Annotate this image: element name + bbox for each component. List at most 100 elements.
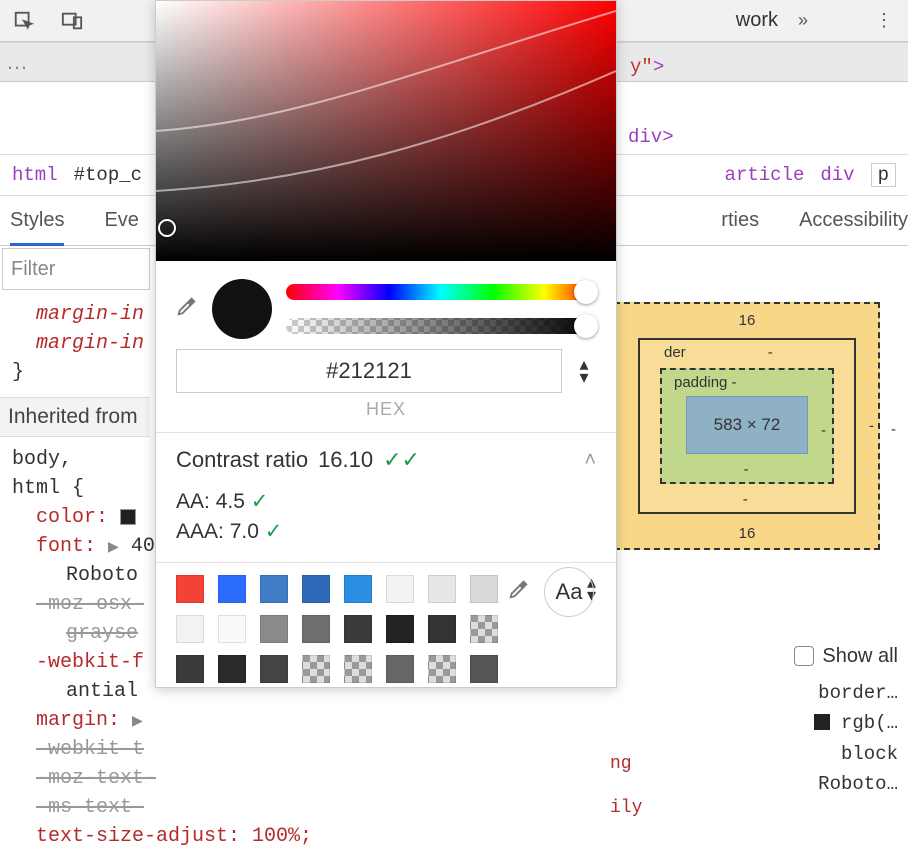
hue-slider[interactable]	[286, 284, 596, 300]
computed-row[interactable]: Roboto…	[598, 769, 898, 799]
palette-swatch[interactable]	[428, 575, 456, 603]
palette-swatch[interactable]	[386, 575, 414, 603]
computed-row[interactable]: border…	[598, 678, 898, 708]
box-padding-bottom[interactable]: -	[744, 461, 749, 478]
dom-node-attr: y">	[630, 56, 664, 78]
palette-swatch[interactable]	[218, 615, 246, 643]
alpha-knob-icon[interactable]	[574, 314, 598, 338]
show-all-label: Show all	[822, 640, 898, 672]
expand-icon[interactable]: ▶	[132, 714, 143, 730]
palette-swatch[interactable]	[176, 655, 204, 683]
palette-swatch[interactable]	[344, 655, 372, 683]
format-stepper-icon[interactable]: ▴▾	[572, 358, 596, 383]
box-border-bottom[interactable]: -	[743, 491, 748, 508]
tab-properties[interactable]: rties	[721, 209, 759, 232]
css-prop-struck[interactable]: -webkit-t	[36, 735, 312, 764]
tab-styles[interactable]: Styles	[10, 209, 64, 246]
breadcrumb-article[interactable]: article	[725, 164, 805, 186]
css-prop-tsa[interactable]: text-size-adjust: 100%;	[36, 825, 312, 848]
css-prop[interactable]: margin-in	[36, 332, 144, 355]
palette-swatch[interactable]	[218, 575, 246, 603]
contrast-value: 16.10	[318, 447, 373, 473]
contrast-label: Contrast ratio	[176, 447, 308, 473]
palette-swatch[interactable]	[176, 615, 204, 643]
tab-event-listeners[interactable]: Eve	[104, 209, 138, 232]
aa-label: AA:	[176, 490, 210, 513]
ellipsis-icon[interactable]: …	[6, 49, 28, 75]
box-margin-ext[interactable]: -	[891, 421, 896, 438]
saturation-area[interactable]	[156, 1, 616, 261]
kebab-menu-icon[interactable]: ⋮	[870, 7, 898, 35]
computed-panel: Show all border… rgb(… block Roboto…	[598, 640, 898, 800]
palette-swatch[interactable]	[470, 575, 498, 603]
palette-swatch[interactable]	[428, 655, 456, 683]
palette-swatch[interactable]	[386, 615, 414, 643]
palette-swatch[interactable]	[428, 615, 456, 643]
alpha-slider[interactable]	[286, 318, 596, 334]
css-selector[interactable]: body,	[12, 448, 72, 471]
palette-swatch[interactable]	[176, 575, 204, 603]
eyedropper-icon[interactable]	[176, 295, 198, 323]
pass-check-icon: ✓✓	[383, 447, 420, 473]
dom-node-div: div>	[628, 126, 674, 148]
box-model-diagram: 16 16 - der - - padding - - - 583 × 72 -	[614, 302, 880, 550]
styles-filter-input[interactable]: Filter	[2, 248, 150, 290]
hex-input[interactable]	[176, 349, 562, 393]
computed-row[interactable]: block	[598, 739, 898, 769]
box-border-label: der	[664, 344, 686, 361]
box-padding-label: padding -	[674, 374, 737, 391]
breadcrumb-html[interactable]: html	[12, 164, 58, 186]
css-prop-font[interactable]: font:	[36, 535, 96, 558]
overflow-chevrons-icon[interactable]: »	[798, 10, 808, 31]
css-prop-struck[interactable]: -ms-text-	[36, 793, 312, 822]
box-border-dash[interactable]: -	[768, 344, 773, 361]
palette-swatch[interactable]	[260, 655, 288, 683]
contrast-eyedropper-icon[interactable]	[508, 578, 530, 606]
collapse-icon[interactable]: ˄	[584, 449, 596, 472]
expand-icon[interactable]: ▶	[108, 540, 119, 556]
computed-row[interactable]: rgb(…	[841, 712, 898, 734]
device-toggle-icon[interactable]	[58, 7, 86, 35]
box-padding-right[interactable]: -	[821, 422, 826, 439]
contrast-sample[interactable]: Aa	[544, 567, 594, 617]
current-color-swatch	[212, 279, 272, 339]
palette-swatch[interactable]	[470, 615, 498, 643]
palette-swatch[interactable]	[260, 575, 288, 603]
css-prop-webkit-f[interactable]: -webkit-f	[36, 651, 144, 674]
palette-swatch[interactable]	[302, 655, 330, 683]
box-margin-top[interactable]: 16	[739, 312, 756, 329]
aaa-value: 7.0	[230, 520, 259, 543]
palette-swatch[interactable]	[302, 575, 330, 603]
css-prop-margin[interactable]: margin:	[36, 709, 120, 732]
palette-row	[176, 655, 596, 683]
palette-swatch[interactable]	[386, 655, 414, 683]
hex-format-label: HEX	[156, 399, 616, 432]
palette-swatch[interactable]	[218, 655, 246, 683]
palette-swatch[interactable]	[344, 615, 372, 643]
breadcrumb-div[interactable]: div	[820, 164, 854, 186]
css-prop[interactable]: margin-in	[36, 303, 144, 326]
tab-network[interactable]: work	[736, 9, 778, 32]
color-swatch-icon[interactable]	[120, 509, 136, 525]
pass-check-icon: ✓	[251, 490, 269, 513]
palette-swatch[interactable]	[470, 655, 498, 683]
tab-accessibility[interactable]: Accessibility	[799, 209, 908, 232]
show-all-checkbox[interactable]	[794, 646, 814, 666]
color-picker: ▴▾ HEX Contrast ratio 16.10 ✓✓ ˄ AA: 4.5…	[155, 0, 617, 688]
box-margin-bottom[interactable]: 16	[739, 525, 756, 542]
color-swatch-icon[interactable]	[814, 714, 830, 730]
saturation-cursor-icon[interactable]	[158, 219, 176, 237]
breadcrumb-top[interactable]: #top_c	[74, 164, 142, 186]
css-prop-struck[interactable]: -moz-text-	[36, 764, 312, 793]
palette-swatch[interactable]	[302, 615, 330, 643]
palette-row	[176, 615, 596, 643]
css-prop-color[interactable]: color:	[36, 506, 108, 529]
palette-swatch[interactable]	[260, 615, 288, 643]
box-margin-right[interactable]: -	[869, 418, 874, 435]
breadcrumb-current[interactable]: p	[871, 163, 896, 187]
box-content-size[interactable]: 583 × 72	[686, 396, 808, 454]
hue-knob-icon[interactable]	[574, 280, 598, 304]
inspect-icon[interactable]	[10, 7, 38, 35]
palette-swatch[interactable]	[344, 575, 372, 603]
aa-value: 4.5	[216, 490, 245, 513]
